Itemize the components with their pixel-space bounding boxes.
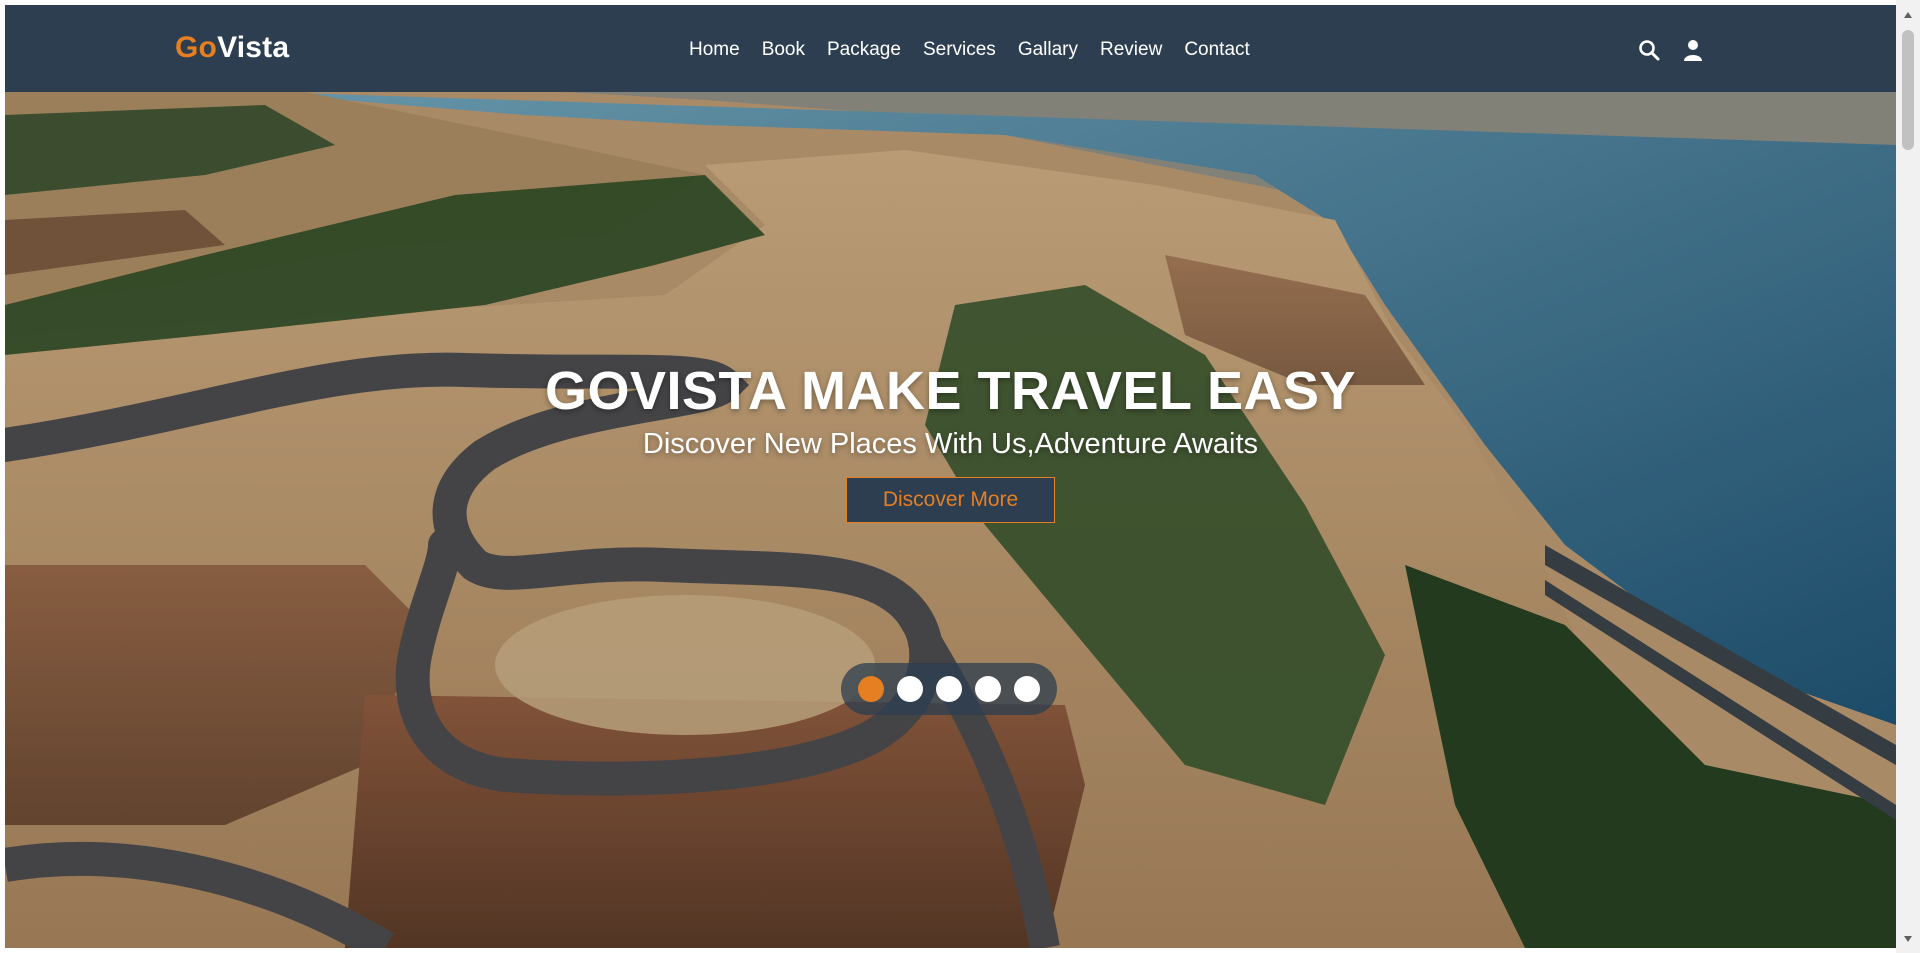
slider-dot-5[interactable]	[1014, 676, 1040, 702]
brand-logo[interactable]: GoVista	[175, 31, 289, 65]
slider-dot-3[interactable]	[936, 676, 962, 702]
page-scrollbar[interactable]	[1896, 0, 1920, 953]
search-icon[interactable]	[1637, 38, 1661, 62]
page-frame: GoVista Home Book Package Services Galla…	[5, 5, 1896, 948]
user-icon[interactable]	[1681, 38, 1705, 62]
logo-prefix: Go	[175, 31, 218, 64]
nav-link-package[interactable]: Package	[827, 39, 901, 61]
slider-dot-4[interactable]	[975, 676, 1001, 702]
nav-link-book[interactable]: Book	[762, 39, 805, 61]
nav-link-contact[interactable]: Contact	[1184, 39, 1249, 61]
slider-dot-2[interactable]	[897, 676, 923, 702]
slider-dot-1[interactable]	[858, 676, 884, 702]
scroll-up-arrow-icon[interactable]	[1904, 12, 1912, 18]
hero-content: GOVISTA MAKE TRAVEL EASY Discover New Pl…	[5, 360, 1896, 523]
scroll-down-arrow-icon[interactable]	[1904, 936, 1912, 942]
slider-dots	[841, 663, 1057, 715]
discover-more-button[interactable]: Discover More	[845, 477, 1056, 523]
nav-link-gallary[interactable]: Gallary	[1018, 39, 1078, 61]
nav-links: Home Book Package Services Gallary Revie…	[689, 39, 1250, 61]
scrollbar-thumb[interactable]	[1902, 30, 1914, 150]
hero-subtitle: Discover New Places With Us,Adventure Aw…	[642, 428, 1259, 460]
nav-link-review[interactable]: Review	[1100, 39, 1162, 61]
hero-title: GOVISTA MAKE TRAVEL EASY	[544, 361, 1357, 421]
nav-link-home[interactable]: Home	[689, 39, 740, 61]
top-navbar: GoVista Home Book Package Services Galla…	[5, 5, 1896, 92]
logo-suffix: Vista	[217, 31, 290, 64]
nav-link-services[interactable]: Services	[923, 39, 996, 61]
